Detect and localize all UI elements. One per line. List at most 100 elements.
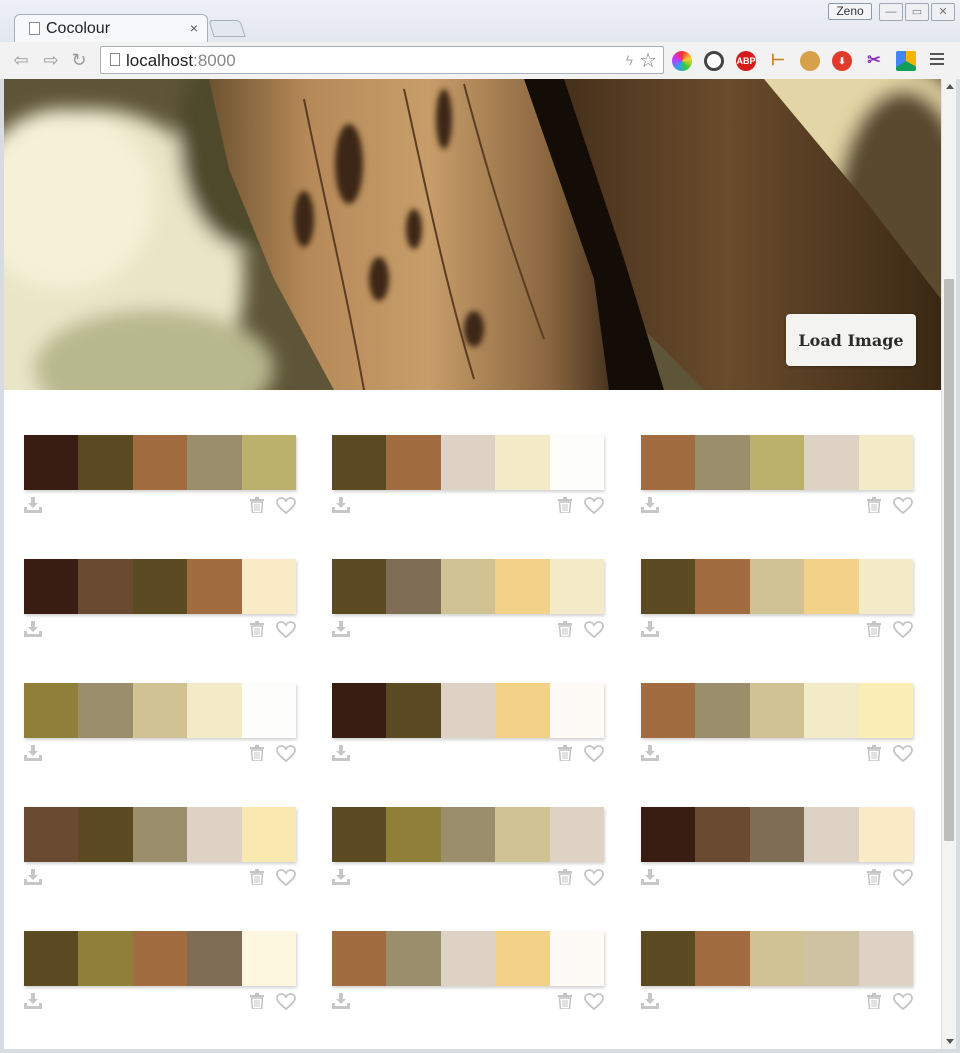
heart-icon[interactable] xyxy=(584,497,604,515)
heart-icon[interactable] xyxy=(276,497,296,515)
color-swatch[interactable] xyxy=(641,931,696,986)
color-swatch[interactable] xyxy=(241,559,297,614)
download-icon[interactable] xyxy=(332,993,350,1009)
color-swatch[interactable] xyxy=(241,931,297,986)
trash-icon[interactable] xyxy=(250,869,264,886)
close-window-icon[interactable]: ✕ xyxy=(931,3,955,21)
color-swatch[interactable] xyxy=(695,559,750,614)
color-swatch[interactable] xyxy=(386,807,441,862)
color-swatch[interactable] xyxy=(24,807,79,862)
color-swatch[interactable] xyxy=(440,559,496,614)
color-swatch[interactable] xyxy=(495,683,550,738)
color-swatch[interactable] xyxy=(241,807,297,862)
heart-icon[interactable] xyxy=(893,869,913,887)
color-swatch[interactable] xyxy=(386,683,441,738)
color-swatch[interactable] xyxy=(641,683,696,738)
minimize-icon[interactable]: — xyxy=(879,3,903,21)
heart-icon[interactable] xyxy=(893,745,913,763)
color-swatch[interactable] xyxy=(440,435,496,490)
load-image-button[interactable]: Load Image xyxy=(786,314,916,366)
color-swatch[interactable] xyxy=(641,559,696,614)
new-tab-button[interactable] xyxy=(208,20,246,37)
color-swatch[interactable] xyxy=(78,435,133,490)
sync-extension-icon[interactable] xyxy=(704,51,724,71)
download-extension-icon[interactable]: ⬇ xyxy=(832,51,852,71)
trash-icon[interactable] xyxy=(867,869,881,886)
address-bar[interactable]: localhost:8000 ϟ ☆ xyxy=(100,46,664,74)
menu-icon[interactable] xyxy=(930,53,944,67)
heart-icon[interactable] xyxy=(893,993,913,1011)
color-swatch[interactable] xyxy=(804,931,859,986)
color-swatch[interactable] xyxy=(495,807,550,862)
color-swatch[interactable] xyxy=(549,683,605,738)
color-swatch[interactable] xyxy=(495,931,550,986)
color-swatch[interactable] xyxy=(332,435,387,490)
trash-icon[interactable] xyxy=(558,993,572,1010)
color-swatch[interactable] xyxy=(549,435,605,490)
color-swatch[interactable] xyxy=(332,807,387,862)
color-swatch[interactable] xyxy=(386,931,441,986)
download-icon[interactable] xyxy=(24,745,42,761)
color-swatch[interactable] xyxy=(241,683,297,738)
download-icon[interactable] xyxy=(24,621,42,637)
color-swatch[interactable] xyxy=(132,807,188,862)
color-swatch[interactable] xyxy=(132,559,188,614)
download-icon[interactable] xyxy=(641,869,659,885)
download-icon[interactable] xyxy=(641,993,659,1009)
heart-icon[interactable] xyxy=(584,993,604,1011)
scroll-down-icon[interactable] xyxy=(946,1039,954,1044)
color-swatch[interactable] xyxy=(858,559,914,614)
cookie-extension-icon[interactable] xyxy=(800,51,820,71)
trash-icon[interactable] xyxy=(250,621,264,638)
trash-icon[interactable] xyxy=(867,745,881,762)
color-swatch[interactable] xyxy=(804,683,859,738)
trash-icon[interactable] xyxy=(250,497,264,514)
color-swatch[interactable] xyxy=(549,559,605,614)
color-swatch[interactable] xyxy=(749,807,805,862)
browser-tab[interactable]: Cocolour × xyxy=(14,14,208,42)
color-wheel-extension-icon[interactable] xyxy=(672,51,692,71)
color-swatch[interactable] xyxy=(440,683,496,738)
download-icon[interactable] xyxy=(24,869,42,885)
download-icon[interactable] xyxy=(332,745,350,761)
scissors-extension-icon[interactable]: ✂ xyxy=(864,51,884,71)
color-swatch[interactable] xyxy=(858,683,914,738)
heart-icon[interactable] xyxy=(276,869,296,887)
color-swatch[interactable] xyxy=(24,931,79,986)
profile-button[interactable]: Zeno xyxy=(828,3,872,20)
trash-icon[interactable] xyxy=(867,993,881,1010)
color-swatch[interactable] xyxy=(187,931,242,986)
heart-icon[interactable] xyxy=(893,497,913,515)
color-swatch[interactable] xyxy=(858,931,914,986)
color-swatch[interactable] xyxy=(78,807,133,862)
color-swatch[interactable] xyxy=(858,435,914,490)
color-swatch[interactable] xyxy=(695,683,750,738)
download-icon[interactable] xyxy=(641,621,659,637)
color-swatch[interactable] xyxy=(440,807,496,862)
color-swatch[interactable] xyxy=(78,931,133,986)
color-swatch[interactable] xyxy=(641,807,696,862)
color-swatch[interactable] xyxy=(695,931,750,986)
color-swatch[interactable] xyxy=(187,435,242,490)
color-swatch[interactable] xyxy=(241,435,297,490)
download-icon[interactable] xyxy=(24,497,42,513)
download-icon[interactable] xyxy=(332,869,350,885)
trash-icon[interactable] xyxy=(558,497,572,514)
color-swatch[interactable] xyxy=(495,435,550,490)
color-swatch[interactable] xyxy=(332,931,387,986)
color-swatch[interactable] xyxy=(332,683,387,738)
color-swatch[interactable] xyxy=(641,435,696,490)
download-icon[interactable] xyxy=(332,621,350,637)
download-icon[interactable] xyxy=(641,745,659,761)
color-swatch[interactable] xyxy=(332,559,387,614)
download-icon[interactable] xyxy=(332,497,350,513)
trash-icon[interactable] xyxy=(250,993,264,1010)
color-swatch[interactable] xyxy=(749,559,805,614)
color-swatch[interactable] xyxy=(804,559,859,614)
color-swatch[interactable] xyxy=(495,559,550,614)
bookmark-star-icon[interactable]: ☆ xyxy=(639,48,657,73)
color-swatch[interactable] xyxy=(386,559,441,614)
color-swatch[interactable] xyxy=(24,683,79,738)
vertical-scrollbar[interactable] xyxy=(941,79,956,1049)
heart-icon[interactable] xyxy=(584,869,604,887)
